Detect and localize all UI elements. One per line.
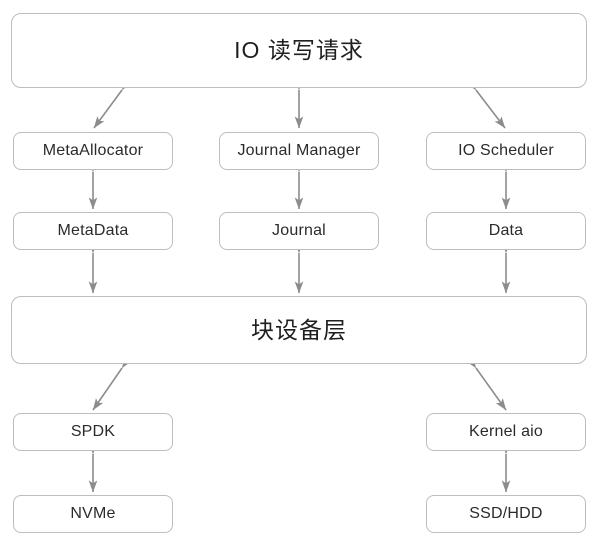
node-meta-allocator: MetaAllocator [13, 132, 173, 170]
node-block-device-layer-label: 块设备层 [251, 316, 347, 343]
node-kernel-aio-label: Kernel aio [468, 423, 544, 440]
node-ssd-hdd-label: SSD/HDD [469, 505, 543, 522]
node-data-label: Data [488, 222, 524, 239]
node-meta-allocator-label: MetaAllocator [42, 142, 144, 159]
connector-block-device-to-spdk [92, 356, 133, 411]
node-spdk-label: SPDK [70, 423, 116, 440]
node-nvme-label: NVMe [70, 505, 116, 522]
node-nvme: NVMe [13, 495, 173, 533]
connector-block-device-to-kernel-aio [465, 356, 507, 411]
node-ssd-hdd: SSD/HDD [426, 495, 586, 533]
node-spdk: SPDK [13, 413, 173, 451]
node-metadata: MetaData [13, 212, 173, 250]
node-data: Data [426, 212, 586, 250]
node-journal-label: Journal [272, 222, 326, 239]
connector-io-request-to-io-scheduler [465, 78, 506, 129]
node-io-scheduler-label: IO Scheduler [458, 142, 554, 159]
io-stack-diagram: IO 读写请求 MetaAllocator Journal Manager IO… [0, 0, 599, 551]
node-io-request: IO 读写请求 [11, 13, 587, 88]
node-metadata-label: MetaData [57, 222, 129, 239]
connector-io-request-to-meta-allocator [93, 78, 133, 129]
node-kernel-aio: Kernel aio [426, 413, 586, 451]
node-journal: Journal [219, 212, 379, 250]
node-journal-manager: Journal Manager [219, 132, 379, 170]
node-io-scheduler: IO Scheduler [426, 132, 586, 170]
node-journal-manager-label: Journal Manager [237, 142, 361, 159]
node-io-request-label: IO 读写请求 [234, 37, 364, 63]
node-block-device-layer: 块设备层 [11, 296, 587, 364]
